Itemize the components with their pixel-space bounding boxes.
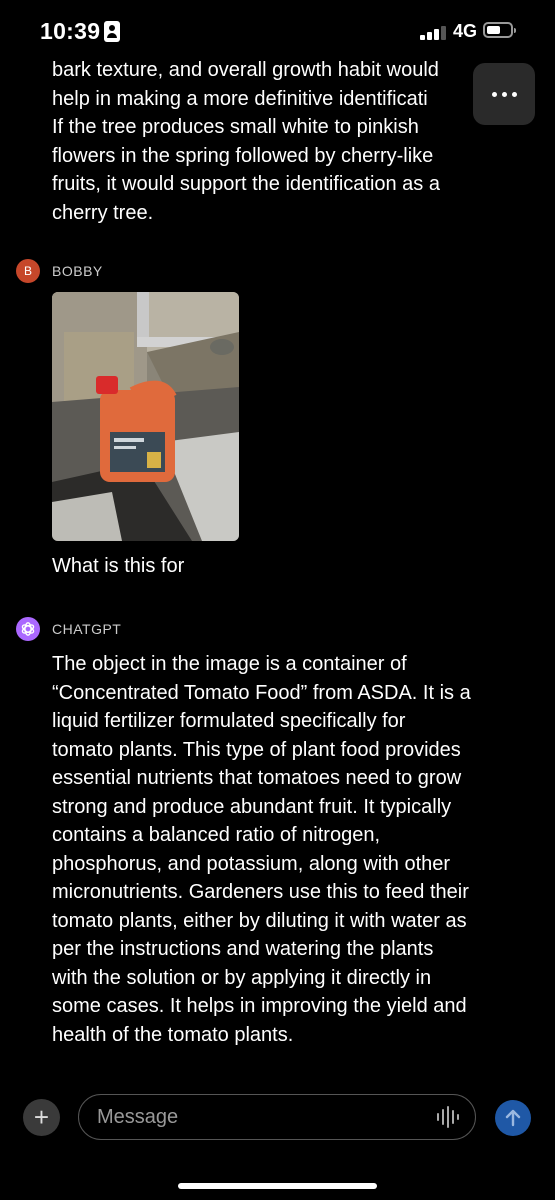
text-line: per the instructions and watering the pl… [52, 938, 434, 960]
text-line: strong and produce abundant fruit. It ty… [52, 795, 452, 818]
text-line: health of the tomato plants. [52, 1023, 294, 1046]
more-options-button[interactable] [473, 63, 535, 125]
waveform-icon[interactable] [436, 1106, 460, 1128]
text-line: tomato plants. This type of plant food p… [52, 738, 461, 761]
network-type: 4G [453, 21, 478, 41]
contact-card-icon [104, 21, 120, 42]
text-line: essential nutrients that tomatoes need t… [52, 767, 462, 789]
assistant-message-text: The object in the image is a container o… [52, 650, 522, 1049]
sender-name: CHATGPT [52, 621, 122, 637]
text-line: The object in the image is a container o… [52, 653, 407, 675]
photo-image [52, 292, 239, 541]
add-attachment-button[interactable]: + [23, 1099, 60, 1136]
text-line: micronutrients. Gardeners use this to fe… [52, 881, 469, 903]
sender-name: BOBBY [52, 263, 103, 279]
text-line: liquid fertilizer formulated specificall… [52, 710, 406, 732]
text-line: flowers in the spring followed by cherry… [52, 144, 434, 167]
openai-logo-icon [16, 617, 40, 641]
message-input[interactable]: Message [78, 1094, 476, 1140]
text-line: some cases. It helps in improving the yi… [52, 995, 467, 1017]
plus-icon: + [33, 1102, 50, 1132]
cellular-signal-icon [420, 24, 448, 40]
avatar: B [16, 259, 40, 283]
more-horizontal-icon [491, 91, 497, 97]
text-line: tomato plants, either by diluting it wit… [52, 909, 467, 932]
text-line: cherry tree. [52, 201, 154, 224]
send-button[interactable] [495, 1100, 531, 1136]
composer-bar: + Message [0, 1090, 555, 1146]
attached-photo[interactable] [52, 292, 239, 541]
status-bar: 10:39 4G [0, 0, 555, 60]
user-message-text: What is this for [52, 555, 185, 577]
previous-message-text: bark texture, and overall growth habit w… [52, 56, 522, 227]
text-line: with the solution or by applying it dire… [52, 966, 432, 989]
home-indicator[interactable] [178, 1183, 377, 1189]
arrow-up-icon [505, 1109, 521, 1127]
status-time: 10:39 [40, 18, 101, 44]
text-line: “Concentrated Tomato Food” from ASDA. It… [52, 681, 471, 704]
text-line: bark texture, and overall growth habit w… [52, 59, 439, 81]
text-line: contains a balanced ratio of nitrogen, [52, 824, 380, 846]
text-line: fruits, it would support the identificat… [52, 173, 440, 195]
text-line: help in making a more definitive identif… [52, 87, 428, 110]
text-line: phosphorus, and potassium, along with ot… [52, 852, 451, 875]
message-placeholder: Message [97, 1105, 179, 1128]
text-line: If the tree produces small white to pink… [52, 116, 419, 138]
battery-icon [483, 22, 516, 38]
